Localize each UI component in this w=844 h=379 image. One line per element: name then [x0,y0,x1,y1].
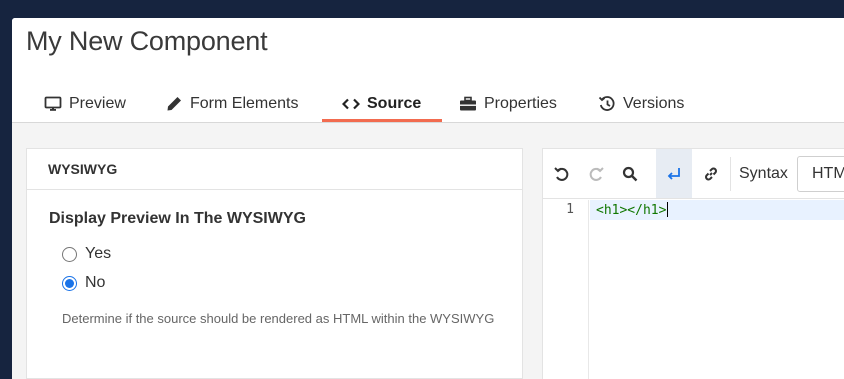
tab-form-elements-label: Form Elements [190,95,299,112]
code-text: <h1></h1> [596,202,669,218]
tab-bar: Preview Form Elements Source Properties … [12,86,844,122]
component-window: My New Component Preview Form Elements S… [12,18,844,379]
code-content: <h1></h1> [596,203,667,218]
editor-toolbar: Syntax HTML [543,149,844,199]
code-icon [342,98,360,110]
pencil-icon [167,97,181,111]
source-editor: Syntax HTML 1 <h1></h1> [542,148,844,379]
radio-no-row[interactable]: No [62,274,105,292]
header: My New Component Preview Form Elements S… [12,18,844,122]
toolbar-divider [730,157,731,191]
search-icon [622,166,638,181]
wrap-icon [667,167,680,180]
tab-properties-label: Properties [484,95,557,112]
undo-icon [554,166,569,181]
radio-yes[interactable] [62,246,77,262]
search-button[interactable] [613,149,647,198]
page-title: My New Component [26,26,268,56]
syntax-label: Syntax [739,164,788,182]
tab-versions[interactable]: Versions [598,86,684,122]
tab-preview-label: Preview [69,95,126,112]
tab-properties[interactable]: Properties [459,86,557,122]
tab-versions-label: Versions [623,95,685,112]
radio-yes-label: Yes [85,245,112,262]
syntax-select[interactable]: HTML [797,156,844,192]
wysiwyg-panel: WYSIWYG Display Preview In The WYSIWYG Y… [26,148,523,379]
panel-heading: WYSIWYG [27,149,522,190]
header-divider [12,122,844,123]
help-text: Determine if the source should be render… [62,311,495,326]
link-icon [705,167,717,180]
tab-source[interactable]: Source [342,86,421,122]
undo-button[interactable] [545,149,579,198]
tab-source-label: Source [367,95,422,112]
link-button[interactable] [694,149,728,198]
history-icon [598,96,615,111]
field-label: Display Preview In The WYSIWYG [49,210,306,227]
redo-button[interactable] [579,149,613,198]
redo-icon [589,166,604,181]
radio-no-label: No [85,274,106,291]
toolbox-icon [460,96,476,111]
tab-preview[interactable]: Preview [44,86,126,122]
monitor-icon [44,96,62,111]
radio-yes-row[interactable]: Yes [62,245,111,263]
word-wrap-button[interactable] [656,149,692,198]
radio-no[interactable] [62,275,77,291]
line-gutter: 1 [543,200,589,379]
text-cursor [667,202,669,217]
line-number: 1 [566,202,574,217]
tab-form-elements[interactable]: Form Elements [165,86,298,122]
code-line[interactable]: <h1></h1> [590,200,844,220]
